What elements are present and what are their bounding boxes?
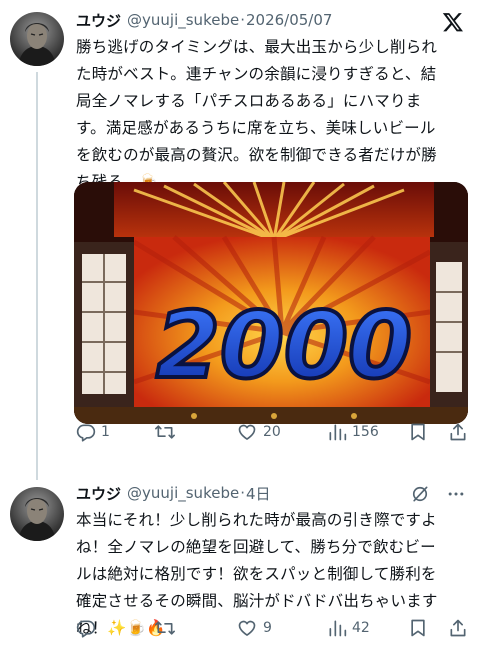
- author-name[interactable]: ユウジ: [76, 483, 121, 504]
- reply-count: 1: [101, 424, 110, 440]
- like-count: 20: [263, 424, 281, 440]
- views-icon: [329, 620, 347, 637]
- tweet-text-line: た時がベスト。連チャンの余韻に浸りすぎると、結: [76, 65, 437, 83]
- avatar-portrait: [18, 23, 56, 66]
- separator: ·: [240, 11, 245, 29]
- repost-icon: [154, 621, 175, 635]
- like-button[interactable]: 20: [236, 422, 281, 442]
- reply-icon: [76, 620, 96, 638]
- reply-top-actions: [410, 484, 466, 508]
- tweet-text-line: を飲むのが最高の贅沢。欲を制御できる者だけが勝: [76, 146, 437, 164]
- tweet-media-image[interactable]: 2000: [74, 182, 468, 424]
- tweet-text-line: す。満足感があるうちに席を立ち、美味しいビール: [76, 119, 436, 137]
- views-count: 156: [352, 424, 379, 440]
- post-date[interactable]: 4日: [246, 483, 271, 504]
- x-logo-icon[interactable]: [442, 11, 464, 33]
- like-count: 9: [263, 620, 272, 636]
- tweet-text-line: 局全ノマレする「パチスロあるある」にハマりま: [76, 92, 422, 110]
- reply-button[interactable]: [76, 618, 101, 638]
- views-button[interactable]: 156: [327, 422, 379, 442]
- avatar[interactable]: [10, 487, 64, 541]
- repost-icon: [154, 425, 175, 439]
- avatar[interactable]: [10, 12, 64, 66]
- tweet-text: 勝ち逃げのタイミングは、最大出玉から少し削られ た時がベスト。連チャンの余韻に浸…: [76, 34, 472, 196]
- bookmark-icon: [411, 619, 425, 637]
- bookmark-button[interactable]: [408, 422, 428, 442]
- like-icon: [238, 620, 256, 636]
- reply-text-line: 本当にそれ！少し削られた時が最高の引き際ですよ: [76, 511, 437, 529]
- tweet-header: ユウジ @yuuji_sukebe · 2026/05/07: [76, 9, 332, 31]
- share-button[interactable]: [448, 422, 468, 442]
- author-handle[interactable]: @yuuji_sukebe: [127, 11, 239, 29]
- views-icon: [329, 424, 347, 441]
- more-icon[interactable]: [446, 484, 466, 508]
- reply-text-line: ね！全ノマレの絶望を回避して、勝ち分で飲むビー: [76, 538, 436, 556]
- bookmark-icon: [411, 423, 425, 441]
- separator: ·: [240, 484, 245, 502]
- like-button[interactable]: 9: [236, 618, 272, 638]
- repost-button[interactable]: [154, 618, 181, 638]
- reply-text-line: 確定させるその瞬間、脳汁がドバドバ出ちゃいます: [76, 592, 438, 610]
- views-count: 42: [352, 620, 370, 636]
- reply-icon: [76, 424, 96, 442]
- tweet-text-line: 勝ち逃げのタイミングは、最大出玉から少し削られ: [76, 38, 438, 56]
- grok-icon[interactable]: [410, 484, 430, 508]
- author-handle[interactable]: @yuuji_sukebe: [127, 484, 239, 502]
- media-number: 2000: [156, 292, 412, 399]
- share-icon: [450, 619, 466, 637]
- views-button[interactable]: 42: [327, 618, 370, 638]
- share-button[interactable]: [448, 618, 468, 638]
- reply-text-line: ルは絶対に格別です！欲をスパッと制御して勝利を: [76, 565, 437, 583]
- reply-button[interactable]: 1: [76, 422, 110, 442]
- bookmark-button[interactable]: [408, 618, 428, 638]
- post-date[interactable]: 2026/05/07: [246, 11, 332, 29]
- like-icon: [238, 424, 256, 440]
- thread-connector-line: [36, 72, 38, 480]
- share-icon: [450, 423, 466, 441]
- author-name[interactable]: ユウジ: [76, 10, 121, 31]
- reply-header: ユウジ @yuuji_sukebe · 4日: [76, 482, 271, 504]
- avatar-portrait: [18, 498, 56, 541]
- repost-button[interactable]: [154, 422, 181, 442]
